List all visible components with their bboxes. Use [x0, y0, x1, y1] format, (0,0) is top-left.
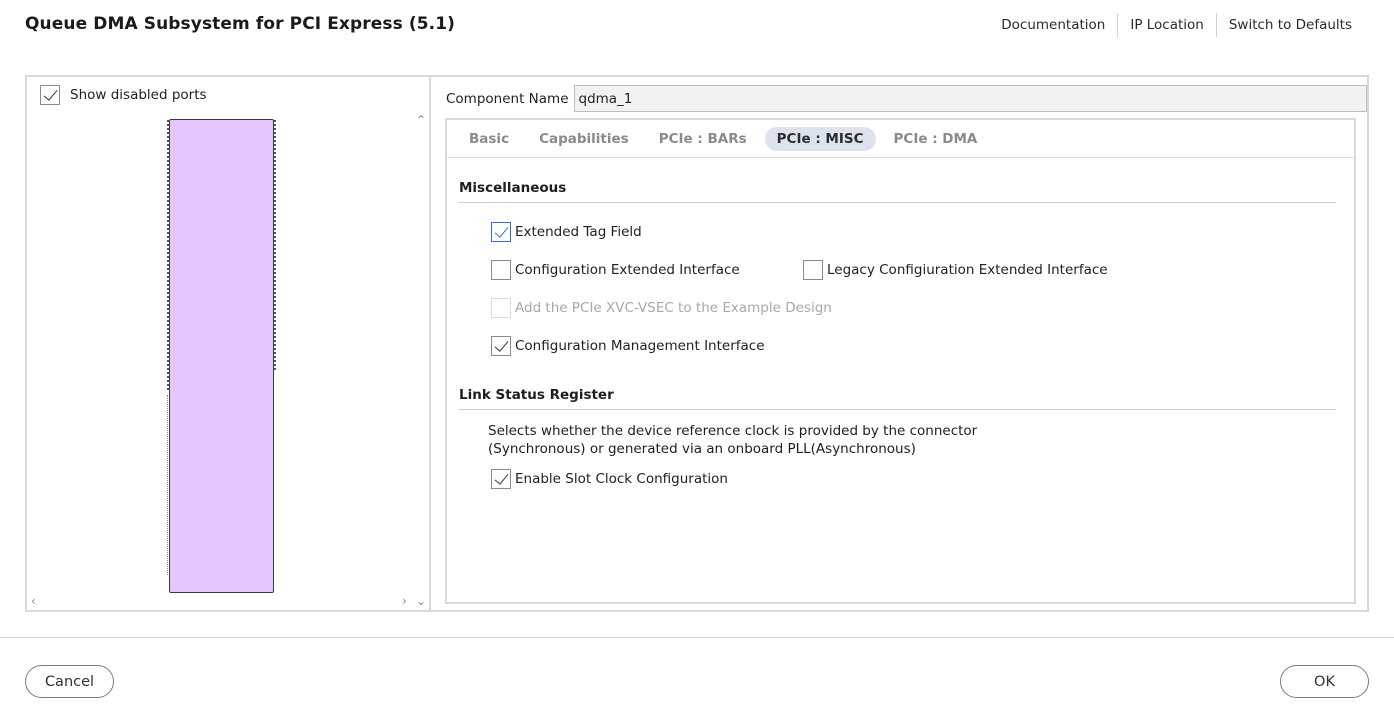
extended-tag-field-label: Extended Tag Field: [515, 224, 642, 240]
top-links: Documentation IP Location Switch to Defa…: [989, 13, 1364, 37]
ok-button[interactable]: OK: [1280, 665, 1369, 698]
switch-to-defaults-link[interactable]: Switch to Defaults: [1215, 13, 1364, 37]
link-status-description-line1: Selects whether the device reference clo…: [488, 423, 978, 439]
tab-pcie-dma[interactable]: PCIe : DMA: [882, 127, 990, 151]
slot-clock-configuration-checkbox[interactable]: [491, 469, 511, 489]
extended-tag-field-option[interactable]: Extended Tag Field: [491, 222, 642, 242]
component-name-label: Component Name: [446, 90, 569, 107]
config-management-interface-checkbox[interactable]: [491, 336, 511, 356]
scroll-down-icon[interactable]: ⌄: [416, 594, 426, 608]
scroll-up-icon[interactable]: ⌃: [416, 113, 426, 127]
show-disabled-ports-option[interactable]: Show disabled ports: [40, 85, 207, 105]
scroll-left-icon[interactable]: ‹: [31, 594, 36, 608]
footer-divider: [0, 637, 1394, 638]
extended-tag-field-checkbox[interactable]: [491, 222, 511, 242]
show-disabled-ports-label: Show disabled ports: [70, 87, 207, 103]
left-ports-lower: [167, 395, 171, 575]
tab-pcie-bars[interactable]: PCIe : BARs: [647, 127, 759, 151]
legacy-config-extended-interface-checkbox[interactable]: [803, 260, 823, 280]
xvc-vsec-checkbox: [491, 298, 511, 318]
ip-symbol-block: [167, 119, 276, 593]
right-ports: [272, 120, 276, 370]
tab-pcie-misc[interactable]: PCIe : MISC: [764, 126, 876, 151]
ip-location-link[interactable]: IP Location: [1117, 13, 1216, 37]
symbol-panel: Show disabled ports ⌃ ‹ › ⌄: [27, 77, 431, 610]
link-status-description-line2: (Synchronous) or generated via an onboar…: [488, 441, 916, 457]
legacy-config-extended-interface-option[interactable]: Legacy Configiuration Extended Interface: [803, 260, 1108, 280]
tab-panel: Basic Capabilities PCIe : BARs PCIe : MI…: [445, 118, 1356, 604]
component-name-row: Component Name: [446, 85, 1367, 112]
config-extended-interface-label: Configuration Extended Interface: [515, 262, 740, 278]
config-panel: Component Name Basic Capabilities PCIe :…: [433, 77, 1367, 610]
legacy-config-extended-interface-label: Legacy Configiuration Extended Interface: [827, 262, 1108, 278]
show-disabled-ports-checkbox[interactable]: [40, 85, 60, 105]
documentation-link[interactable]: Documentation: [989, 13, 1117, 37]
left-ports: [167, 120, 171, 390]
tab-basic[interactable]: Basic: [457, 127, 521, 151]
miscellaneous-heading: Miscellaneous: [459, 180, 1336, 203]
config-extended-interface-checkbox[interactable]: [491, 260, 511, 280]
link-status-register-heading: Link Status Register: [459, 387, 1336, 410]
slot-clock-configuration-label: Enable Slot Clock Configuration: [515, 471, 728, 487]
config-extended-interface-option[interactable]: Configuration Extended Interface: [491, 260, 740, 280]
tab-capabilities[interactable]: Capabilities: [527, 127, 641, 151]
xvc-vsec-option: Add the PCIe XVC-VSEC to the Example Des…: [491, 298, 832, 318]
cancel-button[interactable]: Cancel: [25, 665, 114, 698]
link-status-description: Selects whether the device reference clo…: [488, 422, 977, 458]
scroll-right-icon[interactable]: ›: [402, 594, 407, 608]
config-management-interface-label: Configuration Management Interface: [515, 338, 765, 354]
main-panel: Show disabled ports ⌃ ‹ › ⌄ Component Na…: [25, 75, 1369, 612]
config-management-interface-option[interactable]: Configuration Management Interface: [491, 336, 765, 356]
xvc-vsec-label: Add the PCIe XVC-VSEC to the Example Des…: [515, 300, 832, 316]
tab-bar: Basic Capabilities PCIe : BARs PCIe : MI…: [447, 120, 1354, 158]
window-title: Queue DMA Subsystem for PCI Express (5.1…: [25, 14, 455, 34]
slot-clock-configuration-option[interactable]: Enable Slot Clock Configuration: [491, 469, 728, 489]
component-name-input[interactable]: [573, 85, 1367, 112]
